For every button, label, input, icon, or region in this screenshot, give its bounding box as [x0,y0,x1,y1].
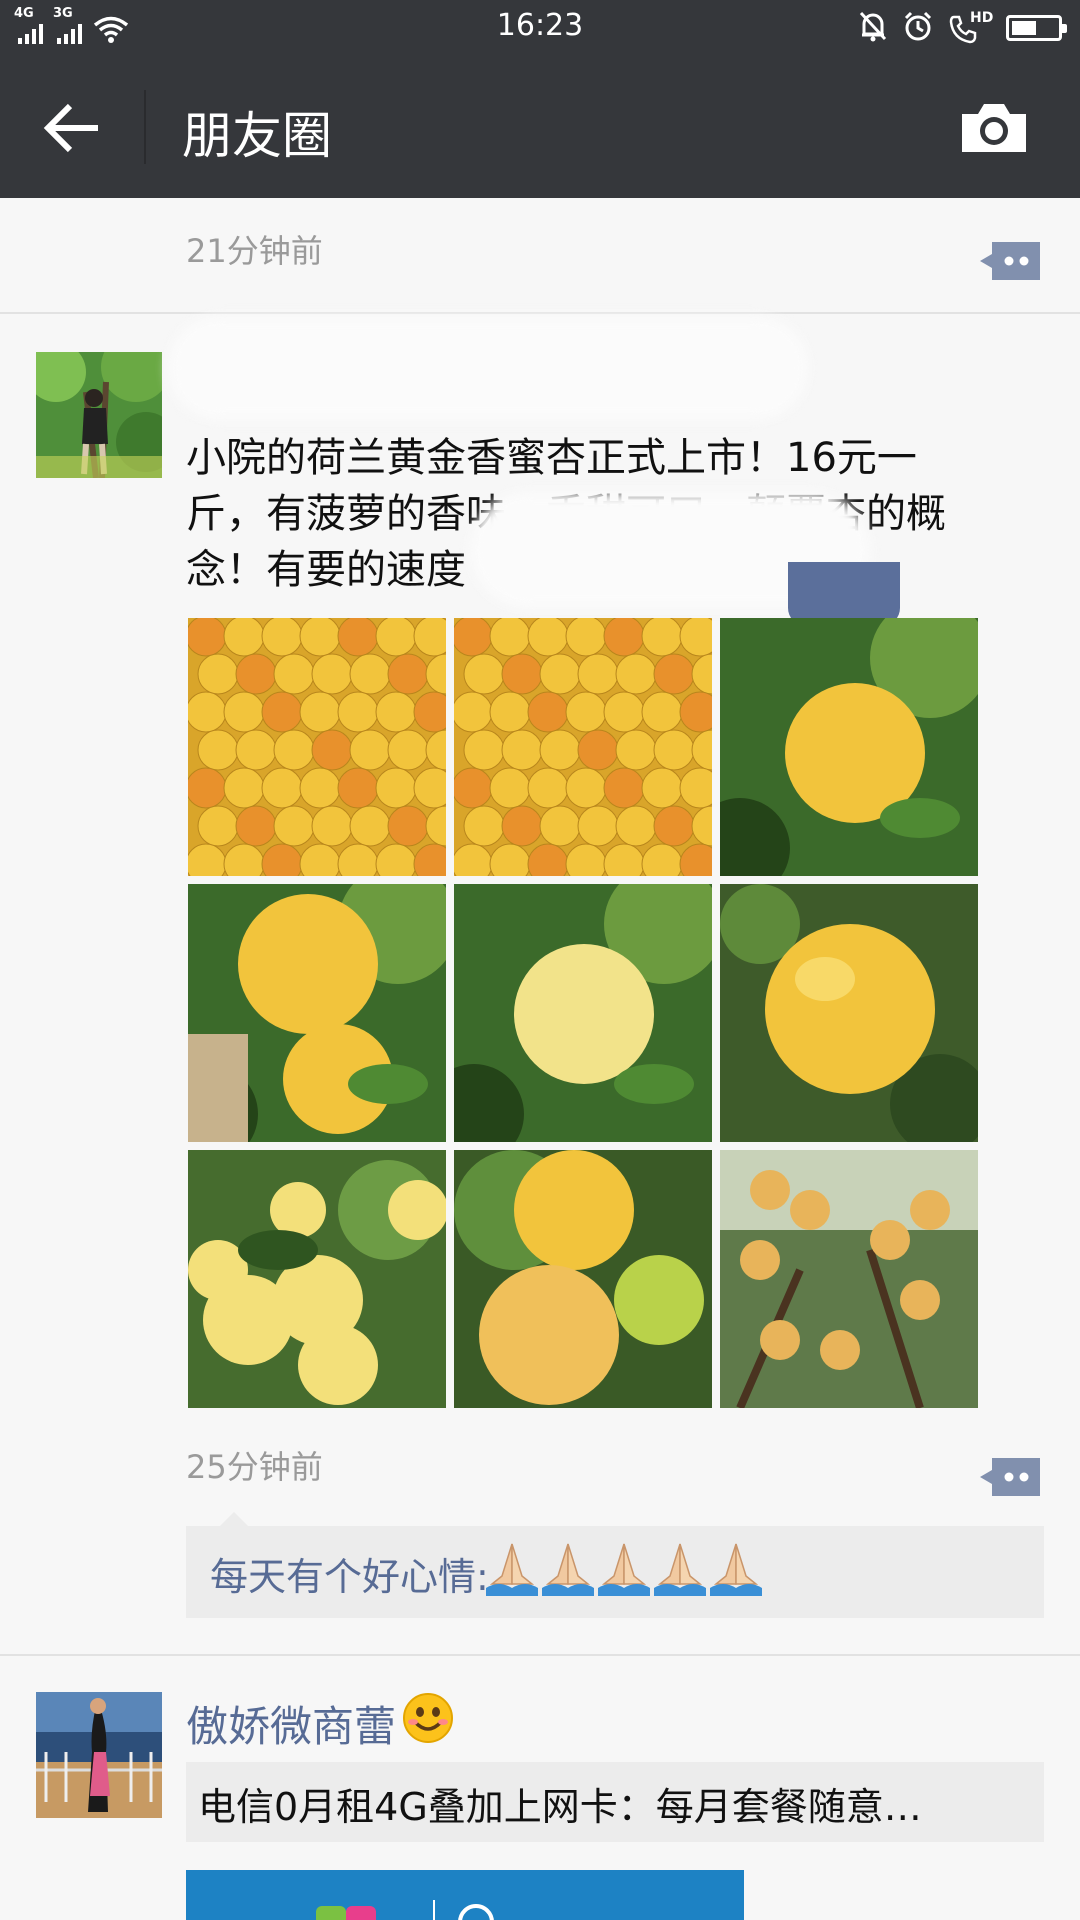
prayer-hands-icon [542,1540,594,1600]
status-bar: 4G 3G 16:23 HD [0,0,1080,54]
comment-dots-icon [978,242,1044,288]
photo-thumbnail[interactable] [720,1150,978,1408]
back-button[interactable] [40,98,106,158]
comment-button[interactable] [978,1454,1044,1500]
camera-button[interactable] [958,98,1030,158]
photo-thumbnail[interactable] [454,884,712,1142]
header-divider [144,90,146,164]
photo-thumbnail[interactable] [720,618,978,876]
post-author-name[interactable]: 傲娇微商蕾 [186,1692,454,1754]
post-divider [0,1654,1080,1656]
alarm-icon [902,10,934,46]
post-time: 25分钟前 [186,1448,323,1486]
redaction-mark [168,316,808,420]
arrow-left-icon [40,103,106,162]
likes-section: 每天有个好心情: [186,1512,1044,1618]
photo-thumbnail[interactable] [454,1150,712,1408]
camera-icon [958,104,1030,162]
call-hd-icon: HD [948,10,993,44]
prayer-emoji-row [486,1540,762,1600]
author-name-text: 傲娇微商蕾 [186,1701,397,1751]
photo-thumbnail[interactable] [188,1150,446,1408]
photo-thumbnail[interactable] [188,618,446,876]
post-text-line: 小院的荷兰黄金香蜜杏正式上市！16元一 [186,435,917,481]
photo-thumbnail[interactable] [188,884,446,1142]
comment-button[interactable] [978,238,1044,284]
shared-image[interactable] [186,1870,744,1920]
header-bar: 朋友圈 [0,54,1080,198]
post-time: 21分钟前 [186,232,323,270]
shared-link-card[interactable]: 电信0月租4G叠加上网卡：每月套餐随意… [186,1762,1044,1842]
photo-thumbnail[interactable] [454,618,712,876]
redaction-mark [788,562,900,626]
bell-off-icon [858,10,888,46]
battery-icon [1006,15,1067,41]
avatar[interactable] [36,352,162,478]
page-title: 朋友圈 [182,107,332,165]
smile-emoji-icon [402,1692,454,1754]
like-names[interactable]: 每天有个好心情: [210,1546,489,1601]
comment-dots-icon [978,1458,1044,1504]
prayer-hands-icon [598,1540,650,1600]
post-divider [0,312,1080,314]
shared-link-title: 电信0月租4G叠加上网卡：每月套餐随意… [198,1785,922,1829]
prayer-hands-icon [486,1540,538,1600]
prayer-hands-icon [710,1540,762,1600]
photo-thumbnail[interactable] [720,884,978,1142]
prayer-hands-icon [654,1540,706,1600]
avatar[interactable] [36,1692,162,1818]
